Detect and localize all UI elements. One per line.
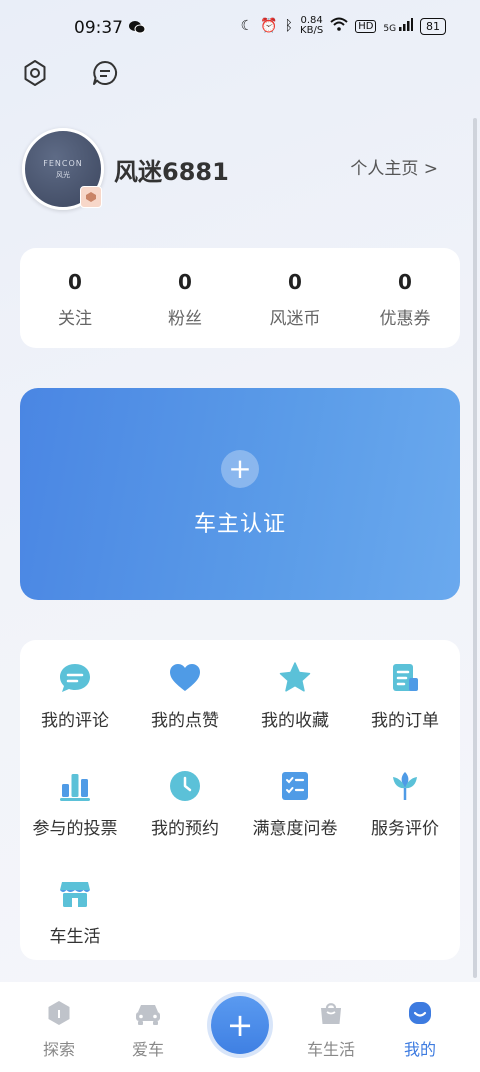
stats-card: 0 关注 0 粉丝 0 风迷币 0 优惠券 <box>20 248 460 348</box>
top-actions <box>20 60 120 90</box>
stat-value: 0 <box>288 270 302 294</box>
stat-coupons[interactable]: 0 优惠券 <box>350 248 460 348</box>
bag-icon <box>318 1003 344 1030</box>
wechat-icon <box>128 19 146 39</box>
bluetooth-icon: ᛒ <box>284 18 294 34</box>
owner-verification-card[interactable]: + 车主认证 <box>20 388 460 600</box>
settings-button[interactable] <box>20 60 50 90</box>
menu-item-label: 参与的投票 <box>32 819 118 839</box>
stat-coins[interactable]: 0 风迷币 <box>240 248 350 348</box>
menu-item-label: 我的收藏 <box>261 711 329 731</box>
menu-item-orders[interactable]: 我的订单 <box>350 660 460 768</box>
stat-label: 风迷币 <box>269 309 321 329</box>
stat-following[interactable]: 0 关注 <box>20 248 130 348</box>
plus-icon: + <box>221 450 259 488</box>
nav-tab-explore[interactable]: 探索 <box>19 1000 99 1060</box>
vote-icon <box>57 768 93 804</box>
menu-item-label: 我的订单 <box>371 711 439 731</box>
profile-header: FENCON 风光 风迷6881 个人主页 > <box>22 128 462 210</box>
heart-icon <box>167 660 203 696</box>
message-icon <box>91 59 119 91</box>
survey-icon <box>277 768 313 804</box>
comment-icon <box>57 660 93 696</box>
nav-tab-my-car[interactable]: 爱车 <box>108 1000 188 1060</box>
menu-item-label: 车生活 <box>49 927 101 947</box>
menu-item-label: 服务评价 <box>371 819 439 839</box>
hd-badge: HD <box>355 19 377 33</box>
menu-item-service-rating[interactable]: 服务评价 <box>350 768 460 876</box>
nav-tab-profile[interactable]: 我的 <box>380 1000 460 1060</box>
status-time: 09:37 <box>74 18 123 38</box>
menu-item-appointments[interactable]: 我的预约 <box>130 768 240 876</box>
status-indicators: ☾ ⏰ ᛒ 0.84 KB/S HD 5G 81 <box>241 16 446 36</box>
homepage-link[interactable]: 个人主页 > <box>350 154 438 179</box>
stat-value: 0 <box>68 270 82 294</box>
status-bar: 09:37 ☾ ⏰ ᛒ 0.84 KB/S HD 5G 81 <box>0 0 480 56</box>
verification-label: 车主认证 <box>193 512 286 537</box>
scrollbar[interactable] <box>473 118 477 978</box>
messages-button[interactable] <box>90 60 120 90</box>
menu-item-favorites[interactable]: 我的收藏 <box>240 660 350 768</box>
stat-value: 0 <box>398 270 412 294</box>
order-icon <box>387 660 423 696</box>
stat-value: 0 <box>178 270 192 294</box>
menu-item-survey[interactable]: 满意度问卷 <box>240 768 350 876</box>
post-button[interactable]: + <box>211 996 269 1054</box>
stat-label: 粉丝 <box>168 309 202 329</box>
nav-label: 我的 <box>403 1040 436 1059</box>
menu-item-label: 满意度问卷 <box>252 819 338 839</box>
wifi-icon <box>330 17 348 35</box>
nav-label: 车生活 <box>306 1040 355 1059</box>
signal-icon: 5G <box>383 18 413 34</box>
menu-item-label: 我的评论 <box>41 711 109 731</box>
username: 风迷6881 <box>114 158 229 186</box>
car-icon <box>134 1005 162 1030</box>
nav-label: 爱车 <box>131 1040 164 1059</box>
profile-icon <box>407 1002 433 1030</box>
menu-item-car-life[interactable]: 车生活 <box>20 876 130 984</box>
level-badge-icon <box>80 186 102 208</box>
alarm-icon: ⏰ <box>260 18 278 34</box>
nav-label: 探索 <box>42 1040 75 1059</box>
clock-icon <box>167 768 203 804</box>
stat-followers[interactable]: 0 粉丝 <box>130 248 240 348</box>
menu-item-comments[interactable]: 我的评论 <box>20 660 130 768</box>
battery-indicator: 81 <box>420 17 446 35</box>
star-icon <box>277 660 313 696</box>
avatar-brand: FENCON <box>43 158 83 168</box>
menu-item-likes[interactable]: 我的点赞 <box>130 660 240 768</box>
moon-icon: ☾ <box>240 18 254 34</box>
tulip-icon <box>387 768 423 804</box>
explore-icon <box>46 1001 72 1030</box>
menu-item-label: 我的预约 <box>151 819 219 839</box>
nav-tab-car-life[interactable]: 车生活 <box>291 1000 371 1060</box>
net-speed: 0.84 KB/S <box>300 15 324 36</box>
avatar-brand-cn: 风光 <box>56 170 70 179</box>
bottom-navigation: 探索 爱车 + 车生活 我的 <box>0 982 480 1072</box>
shop-icon <box>57 876 93 912</box>
menu-item-label: 我的点赞 <box>151 711 219 731</box>
gear-icon <box>21 59 49 91</box>
stat-label: 优惠券 <box>379 309 431 329</box>
feature-menu-card: 我的评论 我的点赞 我的收藏 我的订单 参与的投票 我的预约 满意度问卷 服务评… <box>20 640 460 960</box>
stat-label: 关注 <box>58 309 92 329</box>
menu-item-votes[interactable]: 参与的投票 <box>20 768 130 876</box>
